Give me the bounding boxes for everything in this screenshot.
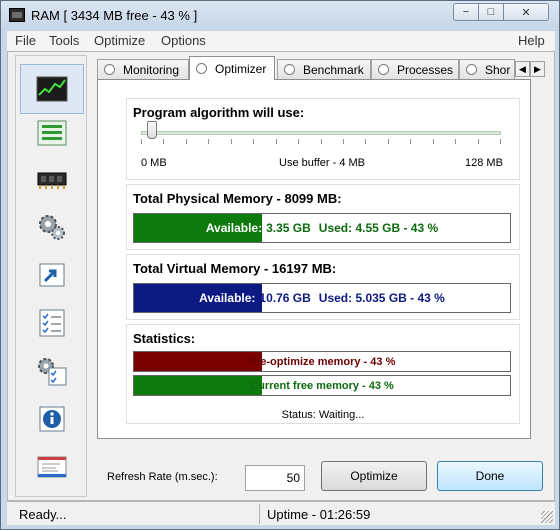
- status-uptime-text: Uptime - 01:26:59: [267, 507, 371, 522]
- current-free-bar: Current free memory - 43 %: [133, 375, 511, 396]
- optimizer-panel: Program algorithm will use: 0 MB Use buf…: [97, 79, 531, 439]
- physical-memory-group: Total Physical Memory - 8099 MB: Availab…: [126, 184, 520, 250]
- menu-optimize[interactable]: Optimize: [94, 33, 145, 48]
- virtual-memory-title: Total Virtual Memory - 16197 MB:: [133, 261, 337, 276]
- tab-strip: Monitoring Optimizer Benchmark Processes…: [97, 56, 547, 80]
- sidebar-item-settings[interactable]: [36, 356, 68, 386]
- sidebar-item-checklist[interactable]: [36, 308, 68, 338]
- tab-monitoring[interactable]: Monitoring: [97, 59, 189, 79]
- physical-available-value: 3.35 GB: [266, 221, 311, 235]
- status-ready-text: Ready...: [19, 507, 67, 522]
- statistics-group: Statistics: Pre-optimize memory - 43 % C…: [126, 324, 520, 424]
- buffer-slider-thumb[interactable]: [147, 121, 158, 139]
- tab-benchmark[interactable]: Benchmark: [277, 59, 371, 79]
- gears-icon: [39, 215, 65, 240]
- tab-radio-icon: [284, 64, 295, 75]
- refresh-rate-input[interactable]: 50: [245, 465, 305, 491]
- resize-grip-icon[interactable]: [541, 511, 553, 523]
- settings-checklist-icon: [38, 358, 67, 386]
- tab-radio-icon: [378, 64, 389, 75]
- tab-scroll: ◀ ▶: [515, 61, 545, 77]
- tab-radio-icon: [104, 64, 115, 75]
- close-button[interactable]: ✕: [503, 3, 549, 21]
- menu-file[interactable]: File: [15, 33, 36, 48]
- menu-tools[interactable]: Tools: [49, 33, 79, 48]
- done-button[interactable]: Done: [437, 461, 543, 491]
- minimize-button[interactable]: −: [453, 3, 479, 21]
- slider-ticks: [141, 139, 501, 145]
- mail-icon: [37, 456, 67, 478]
- pre-optimize-bar: Pre-optimize memory - 43 %: [133, 351, 511, 372]
- list-bars-icon: [37, 120, 67, 146]
- checklist-icon: [39, 309, 65, 337]
- algorithm-group: Program algorithm will use: 0 MB Use buf…: [126, 98, 520, 180]
- refresh-rate-label: Refresh Rate (m.sec.):: [107, 471, 218, 483]
- menu-options[interactable]: Options: [161, 33, 206, 48]
- physical-memory-title: Total Physical Memory - 8099 MB:: [133, 191, 342, 206]
- virtual-available-value: 10.76 GB: [259, 291, 311, 305]
- status-text: Status: Waiting...: [281, 409, 365, 421]
- sidebar-item-gears[interactable]: [36, 212, 68, 242]
- status-bar: Ready... Uptime - 01:26:59: [7, 501, 555, 525]
- tab-scroll-right-icon[interactable]: ▶: [530, 61, 545, 77]
- tab-label: Optimizer: [215, 61, 267, 76]
- tab-label: Monitoring: [123, 62, 180, 77]
- sidebar-item-mail[interactable]: [36, 452, 68, 482]
- sidebar-item-info[interactable]: [36, 404, 68, 434]
- status-separator: [259, 504, 260, 524]
- app-icon: [9, 8, 25, 22]
- tab-scroll-left-icon[interactable]: ◀: [515, 61, 530, 77]
- tab-label: Processes: [397, 62, 454, 77]
- virtual-used-text: Used: 5.035 GB - 43 %: [318, 291, 445, 305]
- sidebar: [15, 55, 87, 497]
- physical-used-text: Used: 4.55 GB - 43 %: [318, 221, 439, 235]
- tab-processes[interactable]: Processes: [371, 59, 459, 79]
- physical-available-label: Available:: [205, 221, 263, 235]
- slider-min-label: 0 MB: [141, 157, 167, 169]
- optimize-button[interactable]: Optimize: [321, 461, 427, 491]
- slider-buffer-label: Use buffer - 4 MB: [279, 157, 365, 169]
- tab-shortcuts[interactable]: Shor: [459, 59, 515, 79]
- slider-max-label: 128 MB: [465, 157, 503, 169]
- algorithm-title: Program algorithm will use:: [133, 105, 305, 120]
- tab-label: Shor: [485, 62, 511, 77]
- app-window: RAM [ 3434 MB free - 43 % ] − □ ✕ File T…: [0, 0, 560, 530]
- sidebar-item-monitor[interactable]: [20, 64, 84, 114]
- sidebar-item-shortcut[interactable]: [36, 260, 68, 290]
- statistics-title: Statistics:: [133, 331, 196, 346]
- window-title: RAM [ 3434 MB free - 43 % ]: [31, 8, 198, 23]
- buffer-slider-track[interactable]: [141, 131, 501, 135]
- menu-help[interactable]: Help: [518, 33, 545, 48]
- ram-chip-icon: [37, 172, 67, 189]
- virtual-available-label: Available:: [199, 291, 256, 305]
- info-icon: [39, 406, 65, 432]
- tab-optimizer[interactable]: Optimizer: [189, 56, 275, 80]
- tab-label: Benchmark: [303, 62, 364, 77]
- physical-memory-bar: Available: 3.35 GB Used: 4.55 GB - 43 %: [133, 213, 511, 243]
- virtual-memory-group: Total Virtual Memory - 16197 MB: Availab…: [126, 254, 520, 320]
- tab-radio-icon: [466, 64, 477, 75]
- memory-chart-icon: [36, 76, 68, 102]
- menu-bar: File Tools Optimize Options Help: [7, 31, 555, 51]
- current-free-text: Current free memory - 43 %: [250, 379, 394, 392]
- title-bar[interactable]: RAM [ 3434 MB free - 43 % ] − □ ✕: [1, 1, 559, 31]
- shortcut-arrow-icon: [39, 263, 65, 287]
- sidebar-item-list[interactable]: [36, 118, 68, 148]
- virtual-memory-bar: Available: 10.76 GB Used: 5.035 GB - 43 …: [133, 283, 511, 313]
- tab-radio-icon: [196, 63, 207, 74]
- maximize-button[interactable]: □: [478, 3, 504, 21]
- pre-optimize-text: Pre-optimize memory - 43 %: [248, 355, 396, 368]
- sidebar-item-ram[interactable]: [36, 164, 68, 194]
